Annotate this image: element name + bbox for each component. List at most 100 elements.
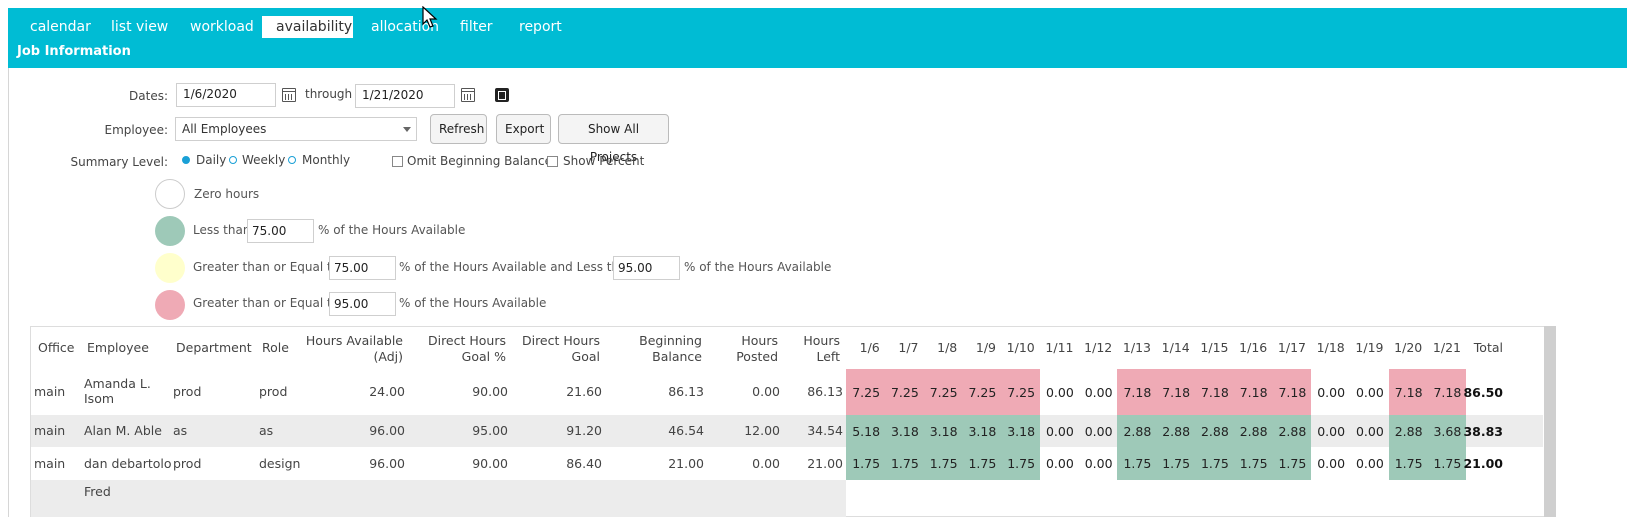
cell-day-hours: 0.00 <box>1355 423 1384 439</box>
cell-employee: dan debartolo <box>84 455 172 471</box>
cell-posted: 12.00 <box>744 423 780 438</box>
header-day-1-12: 1/12 <box>1084 340 1113 355</box>
header-day-1-16: 1/16 <box>1239 340 1268 355</box>
radio-daily[interactable] <box>182 156 190 164</box>
cell-day-hours: 0.00 <box>1084 384 1113 400</box>
cell-day-hours: 7.25 <box>923 369 963 415</box>
cell-day-hours: 0.00 <box>1084 423 1113 439</box>
cell-day-hours: 3.68 <box>1427 415 1467 447</box>
tab-workload[interactable]: workload <box>176 16 268 38</box>
header-beginning-balance-line2: Balance <box>652 349 702 364</box>
cell-department: prod <box>173 384 202 399</box>
radio-weekly[interactable] <box>229 156 237 164</box>
yellow-high-input[interactable]: 95.00 <box>613 256 680 280</box>
cell-day-hours: 7.18 <box>1427 369 1467 415</box>
cell-hours-available: 24.00 <box>369 384 405 399</box>
header-role: Role <box>262 340 289 355</box>
header-day-1-10: 1/10 <box>1006 340 1035 355</box>
header-beginning-balance: Beginning <box>639 333 702 348</box>
legend-green-suffix: % of the Hours Available <box>318 223 466 237</box>
omit-beginning-balance-checkbox[interactable] <box>392 156 403 167</box>
employee-select-value: All Employees <box>182 122 267 136</box>
green-threshold-input[interactable]: 75.00 <box>247 219 314 243</box>
refresh-button[interactable]: Refresh <box>430 114 487 144</box>
cell-office: main <box>34 455 66 471</box>
header-direct-goal-line2: Goal <box>571 349 600 364</box>
cell-day-hours: 3.18 <box>884 415 924 447</box>
date-from-calendar-icon[interactable] <box>282 88 296 102</box>
cell-day-hours: 1.75 <box>846 447 886 480</box>
radio-monthly-label: Monthly <box>302 153 351 167</box>
legend-zero-circle <box>155 179 185 209</box>
header-day-1-14: 1/14 <box>1161 340 1190 355</box>
legend-pink-suffix: % of the Hours Available <box>399 296 547 310</box>
cell-day-hours: 1.75 <box>1117 447 1157 480</box>
show-all-projects-button[interactable]: Show All Projects <box>558 114 669 164</box>
employee-select[interactable]: All Employees <box>175 117 417 141</box>
header-day-1-18: 1/18 <box>1316 340 1345 355</box>
header-hours-posted-line2: Posted <box>736 349 778 364</box>
job-information-link[interactable]: Job Information <box>17 44 131 59</box>
cell-day-hours: 1.75 <box>1233 447 1273 480</box>
cell-day-hours: 1.75 <box>1001 447 1041 480</box>
legend-pink-ge-label: Greater than or Equal to <box>193 296 340 310</box>
header-hours-available-line2: (Adj) <box>373 349 404 364</box>
cell-day-hours: 1.75 <box>1427 447 1467 480</box>
cell-department: as <box>173 423 188 438</box>
export-button[interactable]: Export <box>496 114 551 144</box>
cell-day-hours: 1.75 <box>1388 447 1428 480</box>
cell-day-hours: 2.88 <box>1194 415 1234 447</box>
header-employee: Employee <box>87 340 149 355</box>
show-percent-checkbox[interactable] <box>547 156 558 167</box>
cell-day-hours: 0.00 <box>1084 456 1113 471</box>
tab-allocation[interactable]: allocation <box>357 16 453 38</box>
cell-posted: 0.00 <box>752 455 780 471</box>
cell-department: prod <box>173 455 202 471</box>
table-row-stub <box>31 480 846 517</box>
yellow-low-input[interactable]: 75.00 <box>329 256 396 280</box>
top-nav-bar: calendar list view workload availability… <box>8 8 1627 68</box>
header-direct-goal-pct: Direct Hours <box>427 333 506 348</box>
through-label: through <box>305 87 353 101</box>
header-office: Office <box>38 340 75 355</box>
date-from-input[interactable]: 1/6/2020 <box>176 83 276 107</box>
cell-employee: Alan M. Able <box>84 423 162 438</box>
radio-weekly-label: Weekly <box>242 153 286 167</box>
cell-day-hours: 7.18 <box>1156 369 1196 415</box>
header-direct-goal-pct-line2: Goal % <box>461 349 506 364</box>
tab-availability[interactable]: availability <box>262 16 353 38</box>
pink-threshold-input[interactable]: 95.00 <box>329 292 396 316</box>
cell-day-hours: 2.88 <box>1117 415 1157 447</box>
tab-calendar[interactable]: calendar <box>16 16 105 38</box>
cell-total: 86.50 <box>1463 384 1503 400</box>
cell-day-hours: 5.18 <box>846 415 886 447</box>
cell-day-hours: 1.75 <box>1156 447 1196 480</box>
date-to-calendar-icon[interactable] <box>461 88 475 102</box>
date-to-input[interactable]: 1/21/2020 <box>355 84 455 108</box>
cell-role: as <box>259 423 274 438</box>
book-icon[interactable] <box>495 88 509 102</box>
table-scrollbar[interactable] <box>1544 326 1556 517</box>
cell-goal: 86.40 <box>566 455 602 471</box>
cell-employee-line2: Isom <box>84 391 115 406</box>
legend-pink-circle <box>155 290 185 320</box>
cell-day-hours: 0.00 <box>1317 456 1346 471</box>
cell-day-hours: 1.75 <box>884 447 924 480</box>
cell-day-hours: 7.25 <box>846 369 886 415</box>
tab-report[interactable]: report <box>505 16 576 38</box>
header-hours-available: Hours Available <box>305 333 403 348</box>
table-row <box>31 480 1543 517</box>
cell-day-hours: 7.25 <box>1001 369 1041 415</box>
tab-list-view[interactable]: list view <box>97 16 182 38</box>
header-day-1-21: 1/21 <box>1432 340 1461 355</box>
tab-filter[interactable]: filter <box>446 16 507 38</box>
header-hours-posted: Hours <box>741 333 778 348</box>
radio-daily-label: Daily <box>196 153 227 167</box>
cell-day-hours: 1.75 <box>923 447 963 480</box>
cell-goal: 91.20 <box>566 423 602 438</box>
header-direct-goal: Direct Hours <box>521 333 600 348</box>
radio-monthly[interactable] <box>288 156 296 164</box>
header-day-1-7: 1/7 <box>898 340 919 355</box>
cell-day-hours: 7.18 <box>1388 369 1428 415</box>
legend-yellow-mid: % of the Hours Available and Less than <box>399 260 635 274</box>
